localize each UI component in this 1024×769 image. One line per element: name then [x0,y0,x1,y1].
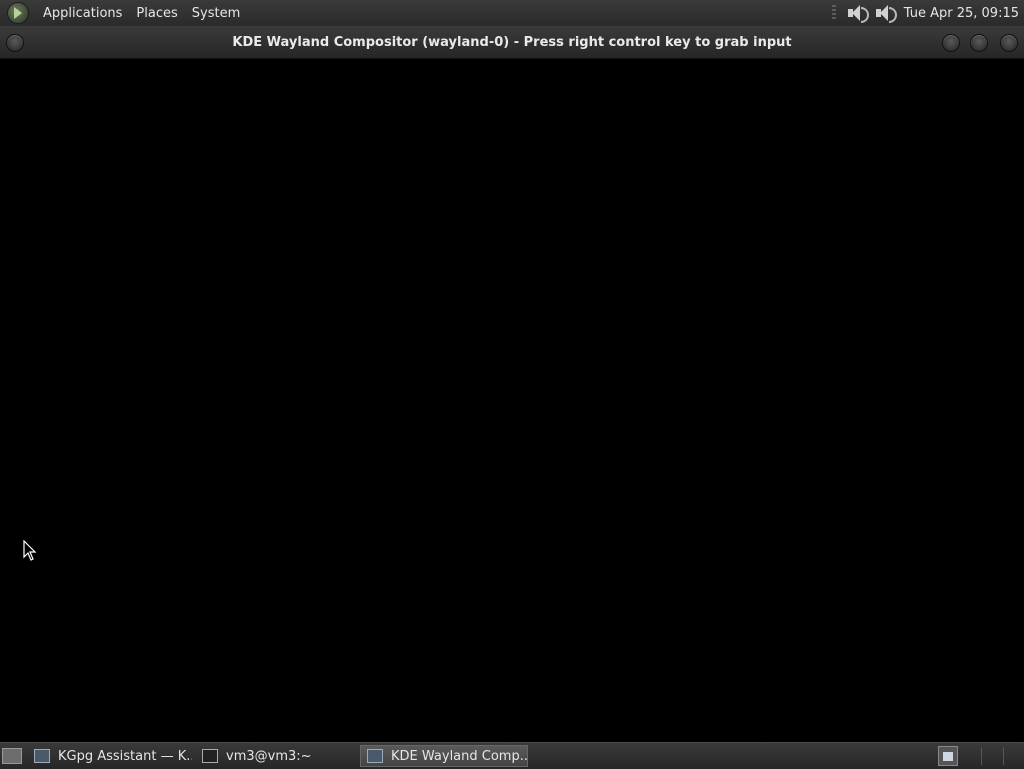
window-icon [34,749,50,763]
task-terminal[interactable]: vm3@vm3:~ [196,745,356,767]
tray-separator [1003,747,1004,765]
clock[interactable]: Tue Apr 25, 09:15 [904,6,1019,21]
close-icon[interactable] [1000,34,1018,52]
volume-icon[interactable] [846,3,869,23]
compositor-window: KDE Wayland Compositor (wayland-0) - Pre… [0,26,1024,742]
window-icon [367,749,383,763]
window-menu-icon[interactable] [6,34,24,52]
tray-separator [981,747,982,765]
task-kde-wayland-compositor[interactable]: KDE Wayland Comp... [360,745,528,767]
minimize-icon[interactable] [942,34,960,52]
compositor-client-area[interactable] [1,59,1023,741]
window-titlebar[interactable]: KDE Wayland Compositor (wayland-0) - Pre… [0,26,1024,59]
window-title: KDE Wayland Compositor (wayland-0) - Pre… [232,34,792,50]
taskbar: KGpg Assistant — K... vm3@vm3:~ KDE Wayl… [0,742,1024,769]
volume-icon-secondary[interactable] [874,3,897,23]
maximize-icon[interactable] [970,34,988,52]
menu-logo-icon[interactable] [7,2,29,24]
task-kgpg-assistant[interactable]: KGpg Assistant — K... [28,745,192,767]
show-desktop-icon[interactable] [2,748,22,764]
workspace-switcher-icon[interactable] [938,746,958,766]
task-label: KDE Wayland Comp... [391,748,528,764]
applications-menu[interactable]: Applications [43,6,122,21]
task-label: vm3@vm3:~ [226,748,312,764]
task-label: KGpg Assistant — K... [58,748,192,764]
panel-tray: Tue Apr 25, 09:15 [831,0,1019,26]
system-menu[interactable]: System [192,6,240,21]
panel-separator [831,5,836,21]
terminal-icon [202,749,218,763]
places-menu[interactable]: Places [136,6,177,21]
top-panel: Applications Places System Tue Apr 25, 0… [0,0,1024,26]
